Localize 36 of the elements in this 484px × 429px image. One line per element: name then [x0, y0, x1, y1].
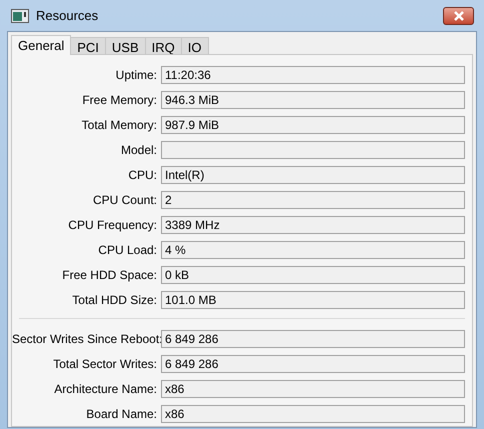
- field-label: Total HDD Size:: [71, 292, 157, 308]
- tab[interactable]: General: [11, 35, 72, 55]
- value-field[interactable]: Intel(R): [161, 166, 465, 184]
- field-label: Free HDD Space:: [61, 266, 157, 284]
- field-label: Architecture Name:: [53, 380, 157, 398]
- value-field[interactable]: 3389 MHz: [161, 216, 465, 234]
- tab[interactable]: USB: [104, 37, 146, 54]
- value-field[interactable]: 4 %: [161, 240, 465, 258]
- field-label: CPU Count:: [92, 192, 157, 208]
- field-label: Total Memory:: [80, 116, 157, 134]
- window-icon: [11, 8, 29, 22]
- value-field[interactable]: 11:20:36: [161, 66, 465, 84]
- field-label: Model:: [120, 142, 157, 158]
- value-field[interactable]: 987.9 MiB: [161, 116, 465, 134]
- window-title: Resources: [36, 6, 98, 25]
- field-label: CPU Load:: [97, 242, 157, 258]
- tab[interactable]: PCI: [70, 37, 106, 54]
- value-field[interactable]: 946.3 MiB: [161, 90, 465, 108]
- field-label: Uptime:: [114, 66, 157, 84]
- field-label: CPU:: [127, 166, 157, 184]
- close-button[interactable]: [443, 6, 474, 24]
- field-label: Total Sector Writes:: [52, 356, 157, 372]
- value-field[interactable]: x86: [161, 404, 465, 422]
- field-label: Free Memory:: [81, 92, 157, 108]
- field-label: CPU Frequency:: [67, 216, 157, 234]
- value-field[interactable]: 101.0 MB: [161, 290, 465, 308]
- value-field[interactable]: 6 849 286: [161, 354, 465, 372]
- value-field[interactable]: 2: [161, 190, 465, 208]
- value-field[interactable]: 0 kB: [161, 266, 465, 284]
- value-field[interactable]: x86: [161, 380, 465, 398]
- close-icon: [452, 10, 464, 20]
- tab[interactable]: IRQ: [144, 37, 182, 54]
- value-field[interactable]: [161, 140, 465, 158]
- tab[interactable]: IO: [180, 37, 209, 54]
- field-label: Board Name:: [85, 406, 157, 422]
- value-field[interactable]: 6 849 286: [161, 330, 465, 348]
